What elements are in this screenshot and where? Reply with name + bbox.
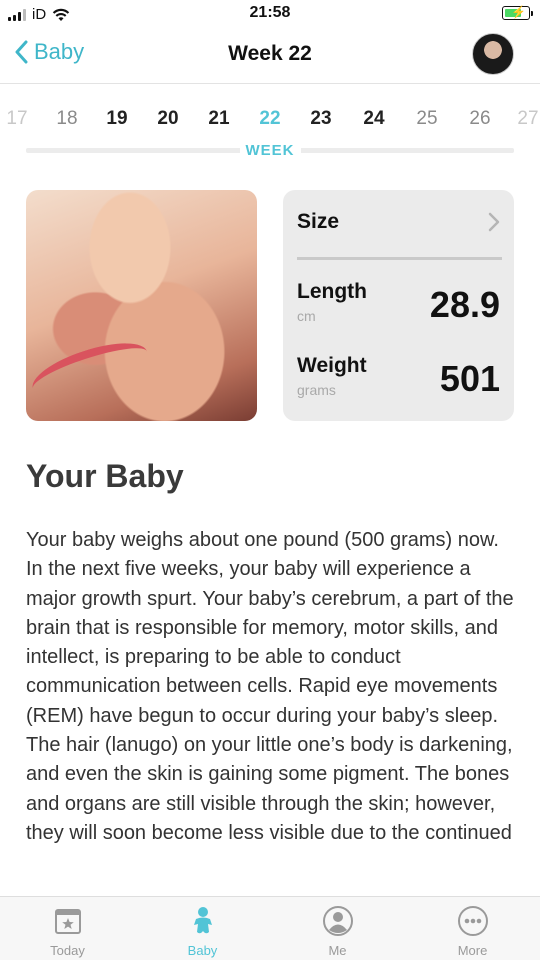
weight-value: 501	[439, 358, 500, 399]
week-item[interactable]: 23	[297, 108, 345, 130]
calendar-icon	[54, 909, 81, 934]
week-item-selected[interactable]: 22	[246, 108, 294, 130]
week-item[interactable]: 20	[144, 108, 192, 130]
week-item[interactable]: 17	[0, 108, 41, 130]
tab-baby[interactable]: Baby	[135, 897, 270, 960]
week-item[interactable]: 19	[93, 108, 141, 130]
tab-label: More	[457, 943, 488, 958]
status-bar: iD 21:58 ⚡	[0, 0, 540, 28]
back-button[interactable]: Baby	[14, 39, 84, 65]
size-card[interactable]: Size Length cm 28.9 Weight grams 501	[283, 190, 514, 421]
avatar[interactable]	[472, 33, 514, 75]
tab-label: Today	[50, 943, 85, 958]
week-label: WEEK	[239, 142, 301, 159]
tab-bar: Today Baby Me More	[0, 896, 540, 960]
chevron-left-icon	[15, 40, 28, 64]
baby-icon	[193, 907, 212, 934]
week-item[interactable]: 21	[195, 108, 243, 130]
article-body: Your baby weighs about one pound (500 gr…	[26, 529, 514, 844]
length-value: 28.9	[429, 284, 500, 325]
week-picker[interactable]: 17 18 19 20 21 22 23 24 25 26 27	[0, 98, 540, 142]
section-heading: Your Baby	[26, 458, 184, 494]
week-item[interactable]: 26	[456, 108, 504, 130]
person-icon	[322, 906, 353, 936]
week-item[interactable]: 18	[43, 108, 91, 130]
navigation-bar: Baby Week 22	[0, 28, 540, 84]
tab-today[interactable]: Today	[0, 897, 135, 960]
week-item[interactable]: 25	[403, 108, 451, 130]
tab-label: Me	[328, 943, 347, 958]
more-icon	[457, 906, 488, 936]
week-item[interactable]: 27	[504, 108, 540, 130]
battery-icon: ⚡	[502, 5, 533, 20]
week-item[interactable]: 24	[350, 108, 398, 130]
back-label: Baby	[34, 39, 85, 64]
length-metric: Length cm 28.9	[297, 280, 502, 325]
clock: 21:58	[249, 4, 291, 21]
weight-metric: Weight grams 501	[297, 354, 502, 399]
chevron-right-icon	[488, 212, 500, 232]
tab-more[interactable]: More	[405, 897, 540, 960]
size-header[interactable]: Size	[297, 210, 502, 260]
baby-illustration[interactable]	[26, 190, 257, 421]
tab-label: Baby	[187, 943, 218, 958]
size-title: Size	[297, 210, 340, 233]
tab-me[interactable]: Me	[270, 897, 405, 960]
